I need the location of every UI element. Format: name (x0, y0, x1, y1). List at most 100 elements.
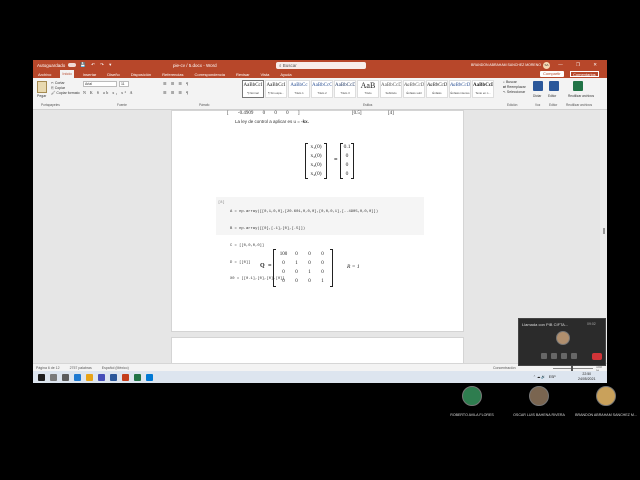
x0-value-vector: 0.1 0 0 0 (340, 143, 354, 179)
tab-referencias[interactable]: Referencias (160, 72, 185, 77)
page[interactable]: [ -0.4909 0 0 0 ] [0.5] [4] La ley de co… (171, 110, 464, 332)
font-size-select[interactable]: 11 (119, 81, 129, 87)
style-strong[interactable]: AaBbCcDi Texto en n... (472, 80, 494, 98)
page-count[interactable]: Página 6 de 12 (36, 366, 60, 370)
equals-sign: = (334, 157, 338, 163)
reuse-files-icon[interactable] (573, 81, 583, 91)
matrix-cell: 100 (279, 252, 288, 257)
style-subtitle[interactable]: AaBbCcD Subtítulo (380, 80, 402, 98)
microphone-toggle-icon[interactable] (551, 353, 557, 359)
clipboard-tools: ✂ Cortar ⎘ Copiar 🖌 Copiar formato (51, 81, 80, 96)
matrix-cell: 0 (321, 252, 324, 257)
autosave-toggle[interactable] (68, 63, 77, 67)
style-heading-1[interactable]: AaBbCc Título 1 (288, 80, 310, 98)
tab-vista[interactable]: Vista (259, 72, 272, 77)
paragraph-buttons-2[interactable]: ☰ ☰ ☰ ¶ (163, 90, 190, 95)
matrix-cell: 0 (295, 270, 298, 275)
matrix-cell: 0 (308, 252, 311, 257)
clock[interactable]: 22:50 24/05/2021 (578, 372, 596, 381)
style-normal[interactable]: AaBbCcI ¶ Normal (242, 80, 264, 98)
code-block[interactable]: [8] A = np.array([[0,1,0,0],[20.601,0,0,… (216, 197, 424, 281)
tab-inicio[interactable]: Inicio (60, 70, 74, 78)
end-call-button[interactable] (592, 353, 602, 360)
participant-avatar (596, 386, 616, 406)
participant-name: BRANDON ABRAHAM SANCHEZ M... (575, 413, 637, 417)
style-heading-3[interactable]: AaBbCcD Título 3 (334, 80, 356, 98)
paste-icon[interactable] (37, 81, 47, 93)
reuse-files-button[interactable]: Reutilizar archivos (568, 94, 596, 98)
r-label: R = 1 (347, 264, 360, 270)
code-cell-index: [8] (218, 201, 225, 205)
tray-icons[interactable]: ⌃ ☁ 🔊 (533, 375, 546, 379)
participant-tile[interactable]: OSCAR LUIS BAHENA RIVERA (507, 384, 571, 422)
tab-insertar[interactable]: Insertar (81, 72, 99, 77)
control-law-text: La ley de control a aplicar es u = -kx. (235, 119, 309, 124)
search-input[interactable]: ⌕ Buscar (276, 62, 366, 69)
call-popup[interactable]: Llamada con PIB CIFTA... 09:02 (518, 318, 606, 366)
paste-button[interactable]: Pegar (37, 94, 46, 98)
language-indicator[interactable]: Español (México) (102, 366, 129, 370)
style-subtle-emphasis[interactable]: AaBbCcDi Énfasis sutil (403, 80, 425, 98)
file-explorer-icon[interactable] (86, 373, 93, 381)
microphone-icon[interactable] (533, 81, 543, 91)
search-icon[interactable] (50, 373, 57, 381)
matrix-cell: 1 (308, 270, 311, 275)
matrix-cell: 0 (282, 279, 285, 284)
mail-icon[interactable] (146, 373, 153, 381)
q-label: Q (260, 263, 265, 269)
style-title[interactable]: AaB Título (357, 80, 379, 98)
caller-avatar (556, 331, 570, 345)
tab-archivo[interactable]: Archivo (36, 72, 53, 77)
style-no-spacing[interactable]: AaBbCcI ¶ Sin espa... (265, 80, 287, 98)
tab-disposicion[interactable]: Disposición (129, 72, 153, 77)
ribbon-tabs: Archivo Inicio Insertar Diseño Disposici… (33, 70, 607, 78)
font-name-select[interactable]: Arial (83, 81, 117, 87)
partial-vector-b: [4] (388, 111, 394, 116)
tab-diseno[interactable]: Diseño (105, 72, 121, 77)
powerpoint-icon[interactable] (122, 373, 129, 381)
share-button[interactable]: Compartir (540, 71, 564, 77)
style-intense-emphasis[interactable]: AaBbCcDi Énfasis intenso (449, 80, 471, 98)
window-controls[interactable]: — ❐ ✕ (558, 62, 603, 68)
group-label-font: Fuente (117, 103, 127, 107)
partial-matrix-row: [ -0.4909 0 0 0 ] (227, 111, 300, 116)
next-page[interactable] (171, 337, 464, 363)
zoom-slider[interactable] (553, 368, 593, 369)
editor-icon[interactable] (549, 81, 559, 91)
participant-tile[interactable]: ROBERTO AVILA FLORES (440, 384, 504, 422)
comments-button[interactable]: Comentarios (570, 71, 599, 77)
style-heading-2[interactable]: AaBbCcC Título 2 (311, 80, 333, 98)
avatar[interactable]: SA (543, 62, 550, 69)
teams-icon[interactable] (98, 373, 105, 381)
format-painter-button[interactable]: 🖌 Copiar formato (51, 91, 80, 96)
edge-icon[interactable] (74, 373, 81, 381)
share-screen-icon[interactable] (561, 353, 567, 359)
tab-correspondencia[interactable]: Correspondencia (193, 72, 227, 77)
select-button[interactable]: ↖ Seleccionar (503, 90, 526, 95)
style-emphasis[interactable]: AaBbCcDi Énfasis (426, 80, 448, 98)
styles-gallery: AaBbCcI ¶ Normal AaBbCcI ¶ Sin espa... AaB… (242, 80, 495, 98)
word-count[interactable]: 2757 palabras (70, 366, 92, 370)
title-bar: Autoguardado 💾 ↶ ↷ ▾ pie-cv / 5.docx - W… (33, 60, 607, 70)
editor-button[interactable]: Editor (548, 94, 556, 98)
tab-ayuda[interactable]: Ayuda (278, 72, 293, 77)
dictate-button[interactable]: Dictar (533, 94, 541, 98)
scrollbar-thumb[interactable] (603, 228, 605, 234)
input-language[interactable]: ESP (549, 375, 556, 379)
font-format-buttons[interactable]: N K S ab x₂ x² A (83, 90, 134, 95)
user-name[interactable]: BRANDON ABRAHAM SANCHEZ MORENO (471, 63, 541, 67)
excel-icon[interactable] (134, 373, 141, 381)
tab-revisar[interactable]: Revisar (234, 72, 252, 77)
matrix-cell: 0 (321, 270, 324, 275)
word-icon[interactable] (110, 373, 117, 381)
paragraph-buttons[interactable]: ☰ ☰ ☰ ¶ (163, 81, 190, 86)
more-options-icon[interactable] (571, 353, 577, 359)
start-icon[interactable] (38, 373, 45, 381)
group-label-reuse: Reutilizar archivos (566, 103, 593, 107)
quick-access-toolbar[interactable]: 💾 ↶ ↷ ▾ (80, 62, 113, 68)
video-toggle-icon[interactable] (541, 353, 547, 359)
focus-mode-button[interactable]: Concentración (493, 366, 516, 370)
document-title: pie-cv / 5.docx - Word (173, 62, 217, 68)
task-view-icon[interactable] (62, 373, 69, 381)
participant-tile[interactable]: BRANDON ABRAHAM SANCHEZ M... (574, 384, 638, 422)
